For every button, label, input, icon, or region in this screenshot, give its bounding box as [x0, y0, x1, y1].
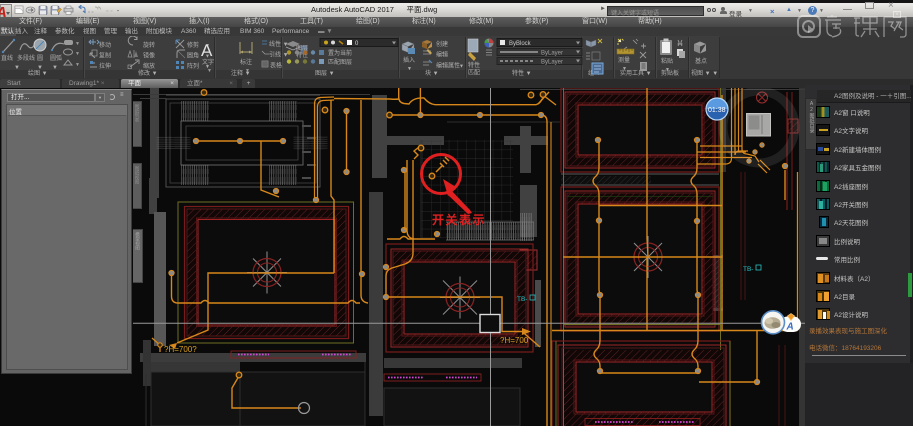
svg-text:匹配图层: 匹配图层: [328, 59, 352, 66]
svg-text:编辑: 编辑: [436, 51, 448, 59]
svg-text:A: A: [201, 41, 213, 60]
svg-text:直线: 直线: [1, 54, 13, 62]
svg-text:标注: 标注: [240, 58, 252, 66]
svg-text:▼: ▼: [459, 64, 464, 70]
svg-text:A: A: [786, 322, 794, 333]
svg-text:基点: 基点: [695, 57, 707, 65]
svg-text:TB-: TB-: [517, 296, 527, 303]
svg-text:表格: 表格: [270, 62, 282, 70]
svg-text:ByLayer: ByLayer: [541, 60, 563, 66]
svg-text:插入: 插入: [403, 56, 415, 64]
svg-text:旋转: 旋转: [143, 41, 155, 49]
svg-text:▼: ▼: [207, 68, 212, 74]
svg-text:修剪: 修剪: [187, 41, 199, 49]
svg-text:▼: ▼: [14, 65, 20, 71]
svg-text:阵列: 阵列: [187, 62, 199, 70]
svg-text:01:38: 01:38: [708, 107, 726, 114]
svg-text:?H=700: ?H=700: [500, 336, 529, 345]
svg-text:复制: 复制: [99, 52, 111, 60]
svg-text:?H=700?: ?H=700?: [164, 345, 197, 354]
svg-text:线性 ▼: 线性 ▼: [269, 40, 289, 48]
svg-text:▼: ▼: [245, 68, 250, 74]
svg-text:多段线: 多段线: [17, 54, 35, 62]
svg-text:粘贴: 粘贴: [661, 57, 673, 65]
svg-text:缩放: 缩放: [143, 62, 155, 70]
svg-text:圆角: 圆角: [187, 52, 199, 60]
svg-text:ByLayer: ByLayer: [541, 51, 563, 57]
svg-text:移动: 移动: [99, 41, 111, 49]
svg-text:匹配: 匹配: [468, 70, 480, 77]
svg-text:▼: ▼: [37, 65, 43, 71]
svg-text:拉伸: 拉伸: [99, 62, 111, 70]
svg-text:镜像: 镜像: [143, 52, 155, 60]
svg-text:创建: 创建: [436, 40, 448, 48]
svg-text:引线 ▼: 引线 ▼: [269, 51, 289, 59]
svg-text:ByBlock: ByBlock: [509, 41, 532, 47]
svg-text:▼: ▼: [622, 66, 627, 72]
svg-text:▼: ▼: [75, 41, 80, 47]
svg-text:▼: ▼: [665, 67, 670, 73]
svg-text:开关表示: 开关表示: [432, 212, 486, 227]
svg-text:圆: 圆: [37, 55, 43, 62]
svg-text:置为当前: 置为当前: [328, 49, 352, 57]
svg-text:▼: ▼: [407, 66, 412, 72]
svg-text:TB-: TB-: [743, 266, 753, 273]
svg-text:▼: ▼: [75, 62, 80, 68]
svg-text:特性: 特性: [468, 61, 480, 69]
svg-text:▼: ▼: [52, 65, 58, 71]
svg-text:测量: 测量: [618, 56, 630, 64]
svg-text:▼: ▼: [75, 51, 80, 57]
svg-text:圆弧: 圆弧: [50, 54, 62, 62]
svg-text:编辑属性: 编辑属性: [436, 62, 460, 70]
svg-text:文字: 文字: [202, 58, 214, 66]
